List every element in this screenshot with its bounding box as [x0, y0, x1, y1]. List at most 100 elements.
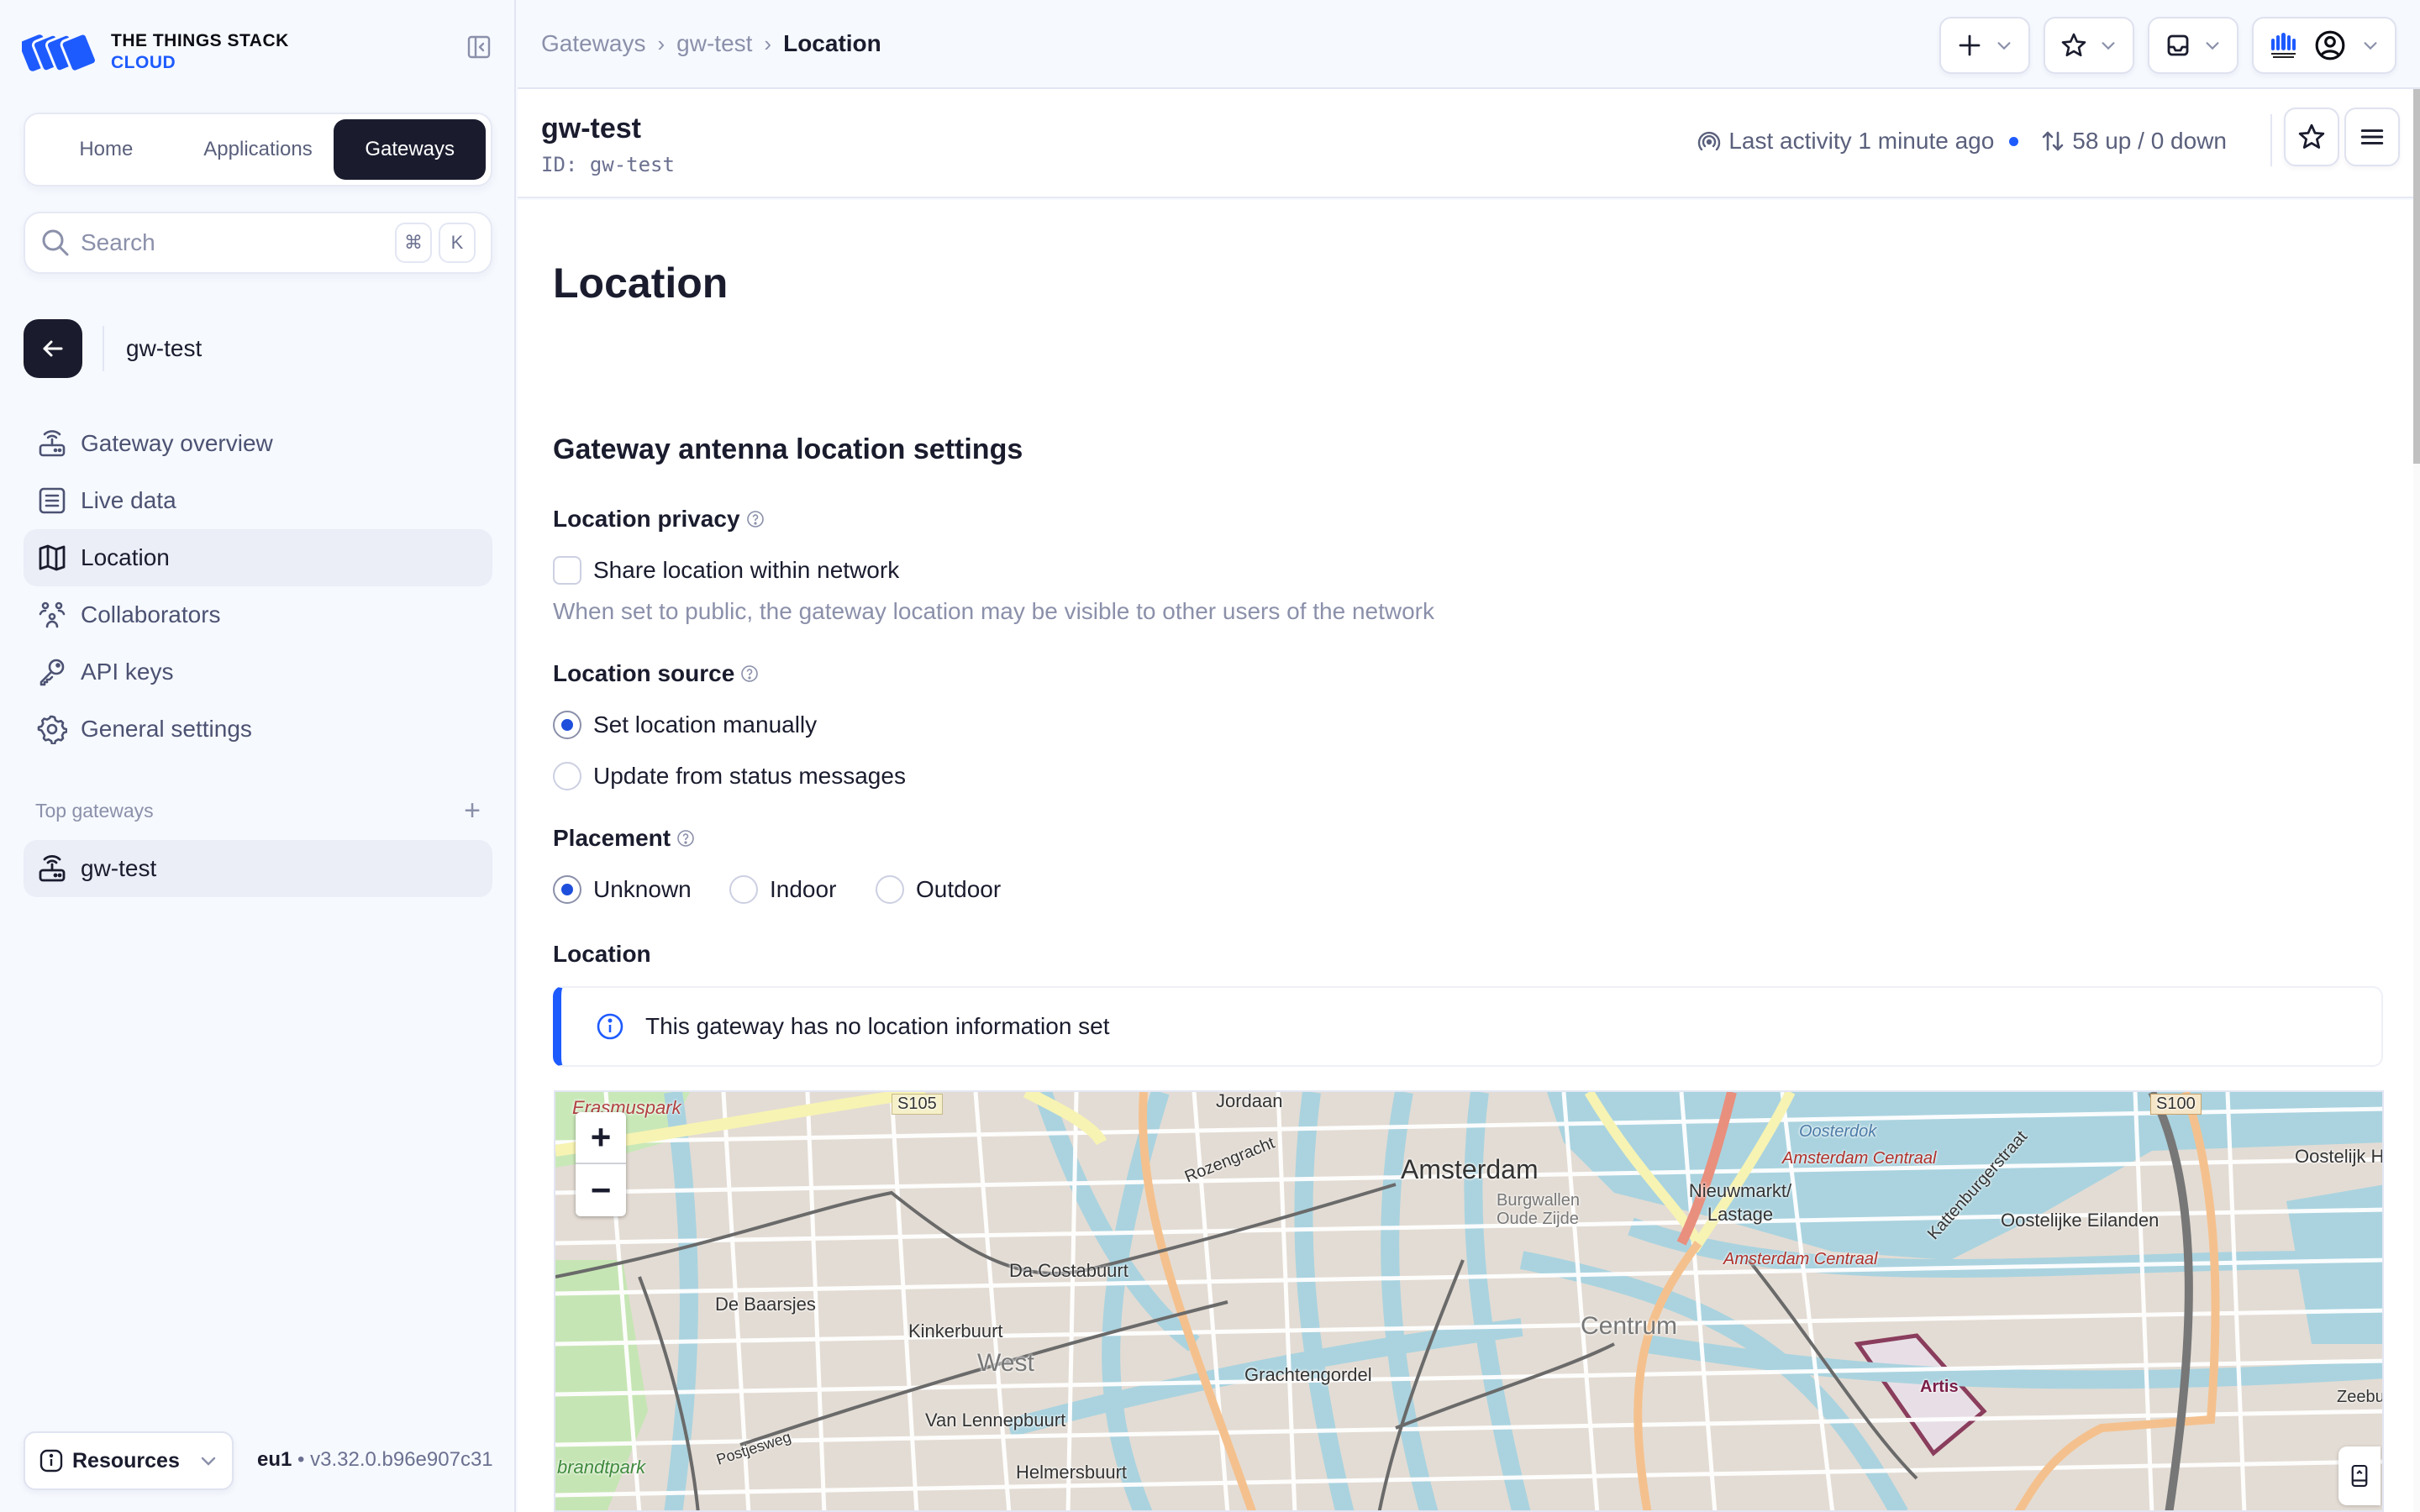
back-button[interactable]: [24, 319, 82, 378]
map-zoom-control: + −: [576, 1112, 626, 1216]
help-icon[interactable]: [745, 509, 765, 529]
sidebar-item-gateway-overview[interactable]: Gateway overview: [24, 415, 492, 472]
gateway-header: gw-test ID: gw-test Last activity 1 minu…: [518, 89, 2413, 198]
sidebar-item-api-keys[interactable]: API keys: [24, 643, 492, 701]
gateway-name: gw-test: [541, 113, 641, 144]
info-icon: [39, 1449, 63, 1473]
chevron-down-icon: [2102, 42, 2115, 50]
sidebar-item-general-settings[interactable]: General settings: [24, 701, 492, 758]
map-icon: [39, 544, 66, 571]
entity-title: gw-test: [126, 335, 203, 361]
radio-status-messages[interactable]: Update from status messages: [553, 762, 906, 790]
sidebar-item-location[interactable]: Location: [24, 529, 492, 586]
map-label: Zeebu: [2337, 1388, 2384, 1406]
map-label: Oostelijk Hav: [2295, 1146, 2384, 1167]
bookmark-button[interactable]: [2284, 108, 2339, 166]
checkbox[interactable]: [553, 556, 581, 585]
shortcut-k-key: K: [439, 223, 476, 263]
sidebar-item-collaborators[interactable]: Collaborators: [24, 586, 492, 643]
add-top-gateway-button[interactable]: +: [464, 796, 481, 825]
sidebar-item-label: Live data: [81, 487, 176, 513]
radio-button[interactable]: [729, 875, 758, 904]
map-label: Nieuwmarkt/ Lastage: [1688, 1180, 1792, 1225]
search-icon: [42, 229, 69, 256]
map-label: Centrum: [1581, 1312, 1678, 1340]
zoom-out-button[interactable]: −: [576, 1164, 626, 1216]
breadcrumb: Gateways › gw-test › Location: [541, 30, 881, 57]
zoom-in-button[interactable]: +: [576, 1112, 626, 1164]
entity-header: gw-test: [24, 319, 202, 378]
radio-unknown[interactable]: Unknown: [553, 875, 692, 904]
map-shield: S105: [892, 1094, 943, 1115]
radio-button[interactable]: [553, 711, 581, 739]
map-label: Grachtengordel: [1244, 1364, 1372, 1385]
router-icon: [39, 430, 66, 457]
field-label-text: Location privacy: [553, 506, 740, 532]
version-label: v3.32.0.b96e907c31: [310, 1448, 493, 1471]
breadcrumb-gateways[interactable]: Gateways: [541, 30, 646, 57]
location-source-label: Location source: [553, 660, 760, 687]
tab-home[interactable]: Home: [30, 119, 182, 180]
collapse-sidebar-button[interactable]: [466, 34, 492, 60]
map-label: Helmersbuurt: [1016, 1462, 1128, 1483]
page-title: Location: [553, 260, 729, 307]
logo-line2: CLOUD: [111, 53, 176, 72]
map-label: Amsterdam: [1401, 1154, 1539, 1184]
sidebar-item-label: Collaborators: [81, 601, 221, 627]
radio-label: Set location manually: [593, 711, 818, 738]
sidebar-item-label: Gateway overview: [81, 430, 273, 456]
info-icon: [597, 1013, 623, 1040]
chevron-down-icon: [2206, 42, 2219, 50]
map-fullscreen-button[interactable]: [2338, 1446, 2381, 1505]
map-label: West: [977, 1349, 1034, 1377]
add-dropdown-button[interactable]: [1939, 17, 2030, 74]
expand-panel-icon: [2351, 1464, 2368, 1488]
tab-applications[interactable]: Applications: [182, 119, 334, 180]
inbox-dropdown-button[interactable]: [2148, 17, 2238, 74]
breadcrumb-gateway[interactable]: gw-test: [676, 30, 752, 57]
map-label: Amsterdam Centraal: [1723, 1250, 1878, 1268]
help-icon[interactable]: [739, 664, 760, 684]
logo[interactable]: THE THINGS STACK CLOUD: [22, 30, 289, 74]
more-menu-button[interactable]: [2344, 108, 2400, 166]
users-icon: [39, 601, 66, 628]
share-location-checkbox[interactable]: Share location within network: [553, 556, 899, 585]
radio-label: Unknown: [593, 876, 692, 902]
radio-button[interactable]: [876, 875, 904, 904]
map-label: brandtpark: [557, 1457, 646, 1478]
help-icon[interactable]: [676, 828, 696, 848]
map-label: Van Lennepbuurt: [925, 1410, 1066, 1431]
radio-set-manually[interactable]: Set location manually: [553, 711, 817, 739]
top-gateways-label: Top gateways: [35, 799, 154, 822]
search-input[interactable]: [81, 229, 388, 256]
page-scrollbar[interactable]: [2413, 89, 2420, 1512]
sidebar-item-label: API keys: [81, 659, 174, 685]
map-label: Jordaan: [1216, 1090, 1283, 1111]
chevron-down-icon: [2364, 42, 2377, 50]
search-box[interactable]: ⌘ K: [24, 212, 492, 274]
sidebar-item-label: General settings: [81, 716, 252, 742]
field-label-text: Location source: [553, 660, 735, 686]
chevron-down-icon: [1997, 42, 2011, 50]
radio-button[interactable]: [553, 762, 581, 790]
app-switcher: Home Applications Gateways: [24, 113, 492, 186]
top-gateway-item[interactable]: gw-test: [24, 840, 492, 897]
traffic-count: 58 up / 0 down: [2072, 128, 2227, 154]
status-dot: [2009, 136, 2019, 146]
map-label: Kinkerbuurt: [908, 1320, 1003, 1341]
profile-dropdown-button[interactable]: [2252, 17, 2396, 74]
location-map[interactable]: Erasmuspark S105 Jordaan Rozengracht Ams…: [554, 1090, 2384, 1512]
location-label: Location: [553, 941, 651, 968]
sidebar-item-label: Location: [81, 544, 170, 570]
radio-indoor[interactable]: Indoor: [729, 875, 836, 904]
divider: [2270, 114, 2272, 166]
scrollbar-thumb[interactable]: [2413, 89, 2420, 464]
radio-outdoor[interactable]: Outdoor: [876, 875, 1001, 904]
radio-label: Update from status messages: [593, 763, 906, 789]
star-icon: [2298, 123, 2325, 149]
bookmarks-dropdown-button[interactable]: [2044, 17, 2134, 74]
sidebar-item-live-data[interactable]: Live data: [24, 472, 492, 529]
radio-button[interactable]: [553, 875, 581, 904]
resources-dropdown[interactable]: Resources: [24, 1431, 234, 1490]
tab-gateways[interactable]: Gateways: [334, 119, 487, 180]
